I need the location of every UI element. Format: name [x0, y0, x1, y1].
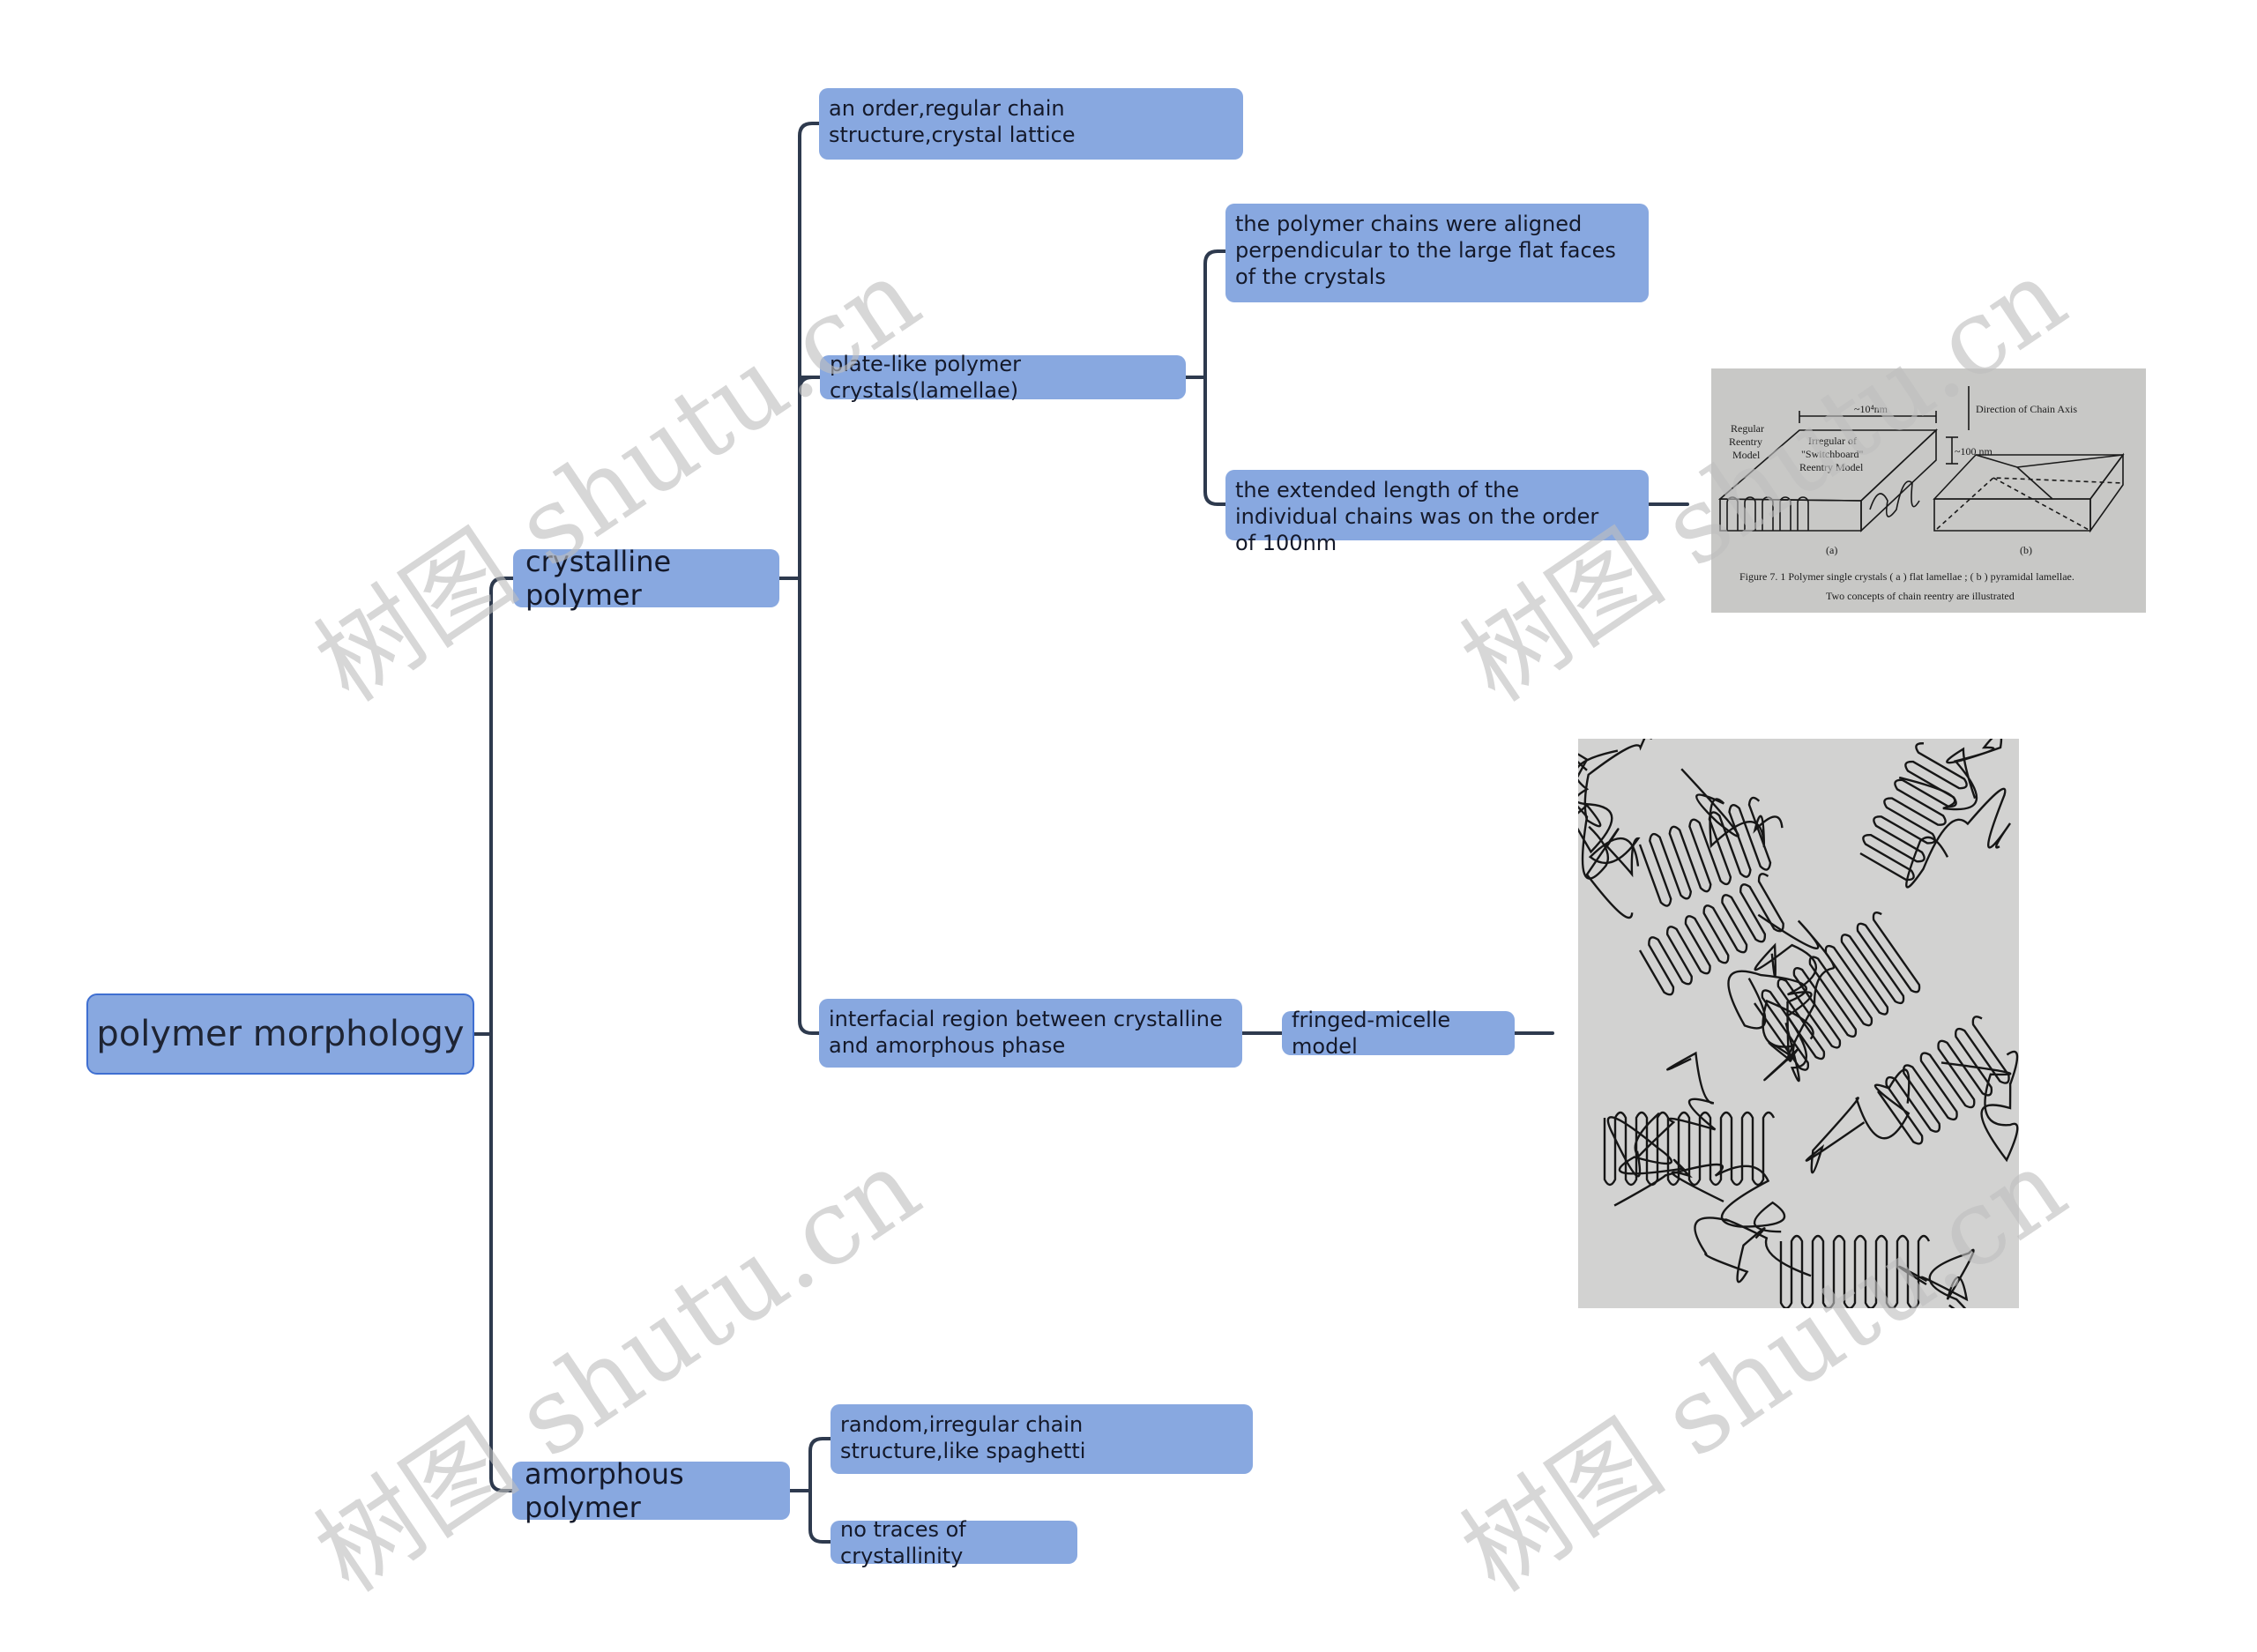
lamellae-figure-image[interactable]: Regular Reentry Model Irregular of "Swit… — [1711, 368, 2146, 613]
node-label: the extended length of the individual ch… — [1235, 478, 1599, 555]
label-irregular-3: Reentry Model — [1799, 461, 1864, 473]
fringed-micelle-drawing — [1578, 739, 2019, 1308]
node-crystalline-polymer[interactable]: crystalline polymer — [513, 545, 779, 612]
node-label: plate-like polymer crystals(lamellae) — [830, 352, 1022, 403]
label-regular-3: Model — [1732, 449, 1761, 461]
label-irregular-1: Irregular of — [1808, 435, 1857, 447]
node-label: the polymer chains were aligned perpendi… — [1235, 212, 1616, 289]
node-random-irregular[interactable]: random,irregular chain structure,like sp… — [831, 1404, 1253, 1474]
random-coil-chain — [1805, 1068, 1911, 1174]
label-height-dimension: ~100 nm — [1955, 445, 1993, 458]
connector-crystalline-spine — [798, 122, 821, 1035]
node-fringed-micelle[interactable]: fringed-micelle model — [1282, 1008, 1515, 1059]
figure-caption-line-1: Figure 7. 1 Polymer single crystals ( a … — [1739, 570, 2075, 583]
label-sub-a: (a) — [1826, 544, 1837, 556]
connector-amorphous-spine — [808, 1437, 832, 1544]
node-label: random,irregular chain structure,like sp… — [840, 1412, 1086, 1463]
lamellae-figure-drawing: Regular Reentry Model Irregular of "Swit… — [1711, 368, 2146, 613]
random-coil-chain — [1898, 1248, 1975, 1308]
node-amorphous-polymer[interactable]: amorphous polymer — [512, 1457, 790, 1524]
figure-caption-line-2: Two concepts of chain reentry are illust… — [1826, 590, 2015, 602]
label-width-dimension: ~10⁴nm — [1854, 403, 1888, 415]
node-extended-length[interactable]: the extended length of the individual ch… — [1225, 470, 1649, 555]
node-label: fringed-micelle model — [1292, 1008, 1451, 1059]
node-order-regular-chain[interactable]: an order,regular chain structure,crystal… — [819, 88, 1243, 160]
node-chains-aligned[interactable]: the polymer chains were aligned perpendi… — [1225, 204, 1649, 302]
folded-chain-block — [1638, 873, 1784, 996]
label-sub-b: (b) — [2020, 544, 2032, 556]
label-chain-axis: Direction of Chain Axis — [1976, 403, 2077, 415]
node-interfacial-region[interactable]: interfacial region between crystalline a… — [819, 999, 1242, 1068]
label-regular-1: Regular — [1731, 422, 1764, 435]
node-label: amorphous polymer — [525, 1457, 684, 1524]
node-lamellae[interactable]: plate-like polymer crystals(lamellae) — [820, 352, 1186, 403]
node-label: no traces of crystallinity — [840, 1516, 966, 1568]
fringed-micelle-figure-image[interactable] — [1578, 739, 2019, 1308]
root-node-label: polymer morphology — [96, 1014, 465, 1054]
label-regular-2: Reentry — [1729, 435, 1762, 448]
node-label: interfacial region between crystalline a… — [829, 1007, 1223, 1058]
connector-root-spine — [489, 577, 515, 1492]
label-irregular-2: "Switchboard" — [1801, 448, 1864, 460]
connector-lamellae-spine — [1203, 249, 1227, 506]
random-coil-chain — [1585, 828, 1641, 919]
node-label: crystalline polymer — [525, 545, 672, 612]
root-node[interactable]: polymer morphology — [86, 993, 474, 1075]
node-no-traces-crystallinity[interactable]: no traces of crystallinity — [831, 1517, 1077, 1568]
node-label: an order,regular chain structure,crystal… — [829, 96, 1076, 147]
random-coil-chain — [1680, 768, 1784, 849]
connector-crystalline-lamellae-curve — [798, 376, 822, 391]
